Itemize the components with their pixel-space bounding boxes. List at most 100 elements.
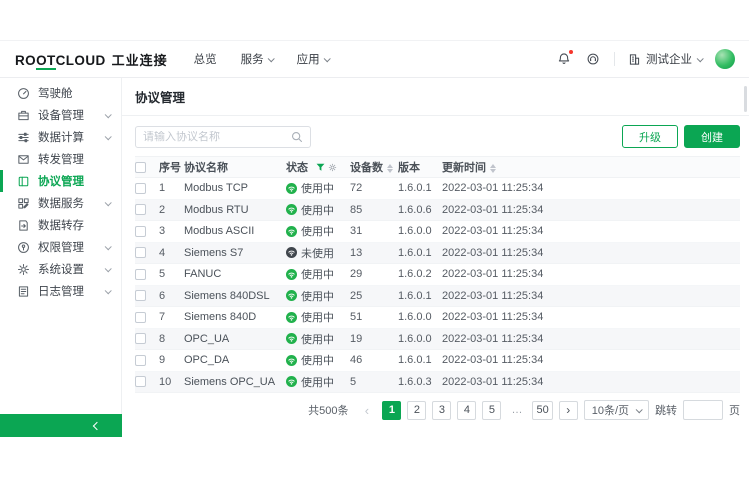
sidebar-item-label: 数据服务 (38, 195, 84, 211)
brand-logo[interactable]: ROOTCLOUD 工业连接 (15, 50, 168, 69)
status-in-use-icon (286, 226, 297, 237)
create-button[interactable]: 创建 (684, 125, 740, 148)
nav-label: 应用 (297, 51, 320, 67)
cell-updated: 2022-03-01 11:25:34 (442, 182, 740, 194)
sidebar-item[interactable]: 协议管理 (0, 170, 121, 192)
cell-protocol-name: Modbus TCP (184, 182, 286, 194)
table-row[interactable]: 5FANUC 使用中291.6.0.22022-03-01 11:25:34 (135, 264, 740, 286)
sidebar-item[interactable]: 数据转存 (0, 214, 121, 236)
row-checkbox[interactable] (135, 204, 146, 215)
sort-toggle-icon[interactable] (387, 164, 393, 173)
table-row[interactable]: 10Siemens OPC_UA 使用中51.6.0.32022-03-01 1… (135, 372, 740, 394)
app-body: 驾驶舱设备管理数据计算转发管理协议管理数据服务数据转存权限管理系统设置日志管理 … (0, 78, 749, 437)
pagination-prev-button[interactable]: ‹ (357, 401, 376, 420)
page-size-select[interactable]: 10条/页 (584, 400, 649, 420)
sidebar-item[interactable]: 转发管理 (0, 148, 121, 170)
sidebar-item[interactable]: 数据计算 (0, 126, 121, 148)
scrollbar-thumb[interactable] (744, 86, 747, 112)
sidebar-item[interactable]: 权限管理 (0, 236, 121, 258)
search-input[interactable] (143, 131, 291, 143)
pagination-page-button[interactable]: 5 (482, 401, 501, 420)
status-text: 未使用 (301, 245, 334, 261)
status-text: 使用中 (301, 180, 334, 196)
pagination-page-button[interactable]: 1 (382, 401, 401, 420)
sidebar-item[interactable]: 日志管理 (0, 280, 121, 302)
table-header-row: 序号 协议名称 状态 设备数 (135, 156, 740, 178)
toolbar-actions: 升级 创建 (622, 125, 740, 148)
enterprise-switcher[interactable]: 测试企业 (628, 51, 702, 67)
divider (122, 115, 749, 116)
status-in-use-icon (286, 333, 297, 344)
jump-page-input[interactable] (683, 400, 723, 420)
cell-status: 未使用 (286, 245, 350, 261)
table-row[interactable]: 4Siemens S7 未使用131.6.0.12022-03-01 11:25… (135, 243, 740, 265)
cell-devices: 5 (350, 376, 398, 388)
table-row[interactable]: 9OPC_DA 使用中461.6.0.12022-03-01 11:25:34 (135, 350, 740, 372)
chevron-down-icon (105, 263, 110, 275)
row-checkbox[interactable] (135, 269, 146, 280)
sidebar-collapse-button[interactable] (0, 414, 122, 437)
page-title: 协议管理 (135, 87, 740, 106)
status-text: 使用中 (301, 266, 334, 282)
table-row[interactable]: 6Siemens 840DSL 使用中251.6.0.12022-03-01 1… (135, 286, 740, 308)
sidebar-item[interactable]: 数据服务 (0, 192, 121, 214)
sidebar-item[interactable]: 驾驶舱 (0, 82, 121, 104)
cell-devices: 29 (350, 268, 398, 280)
row-checkbox[interactable] (135, 333, 146, 344)
chevron-down-icon (105, 109, 110, 121)
top-bar-right: 测试企业 (556, 49, 735, 69)
table-row[interactable]: 2Modbus RTU 使用中851.6.0.62022-03-01 11:25… (135, 200, 740, 222)
page-unit-label: 页 (729, 402, 740, 418)
pagination-page-button[interactable]: 4 (457, 401, 476, 420)
pagination-page-button[interactable]: 50 (532, 401, 552, 420)
top-nav-item-2[interactable]: 服务 (229, 41, 285, 77)
column-settings-gear-icon[interactable] (328, 163, 337, 172)
notification-bell-icon[interactable] (556, 51, 572, 67)
table-row[interactable]: 8OPC_UA 使用中191.6.0.02022-03-01 11:25:34 (135, 329, 740, 351)
cell-index: 6 (159, 290, 184, 302)
top-nav-item-1[interactable]: 总览 (182, 41, 229, 77)
unread-badge (569, 50, 573, 54)
top-nav: 总览服务 应用 (182, 41, 341, 77)
status-in-use-icon (286, 376, 297, 387)
cell-index: 1 (159, 182, 184, 194)
cell-status: 使用中 (286, 180, 350, 196)
table-row[interactable]: 1Modbus TCP 使用中721.6.0.12022-03-01 11:25… (135, 178, 740, 200)
row-checkbox[interactable] (135, 312, 146, 323)
table-row[interactable]: 7Siemens 840D 使用中511.6.0.02022-03-01 11:… (135, 307, 740, 329)
nav-label: 服务 (241, 51, 264, 67)
permission-icon (17, 241, 30, 254)
row-checkbox[interactable] (135, 355, 146, 366)
row-checkbox[interactable] (135, 376, 146, 387)
row-checkbox[interactable] (135, 290, 146, 301)
cell-index: 10 (159, 376, 184, 388)
pagination: 共500条 ‹ 12345…50 › 10条/页 跳转 页 (135, 400, 740, 420)
row-checkbox[interactable] (135, 226, 146, 237)
user-avatar[interactable] (715, 49, 735, 69)
cell-version: 1.6.0.0 (398, 225, 442, 237)
status-not-in-use-icon (286, 247, 297, 258)
cell-updated: 2022-03-01 11:25:34 (442, 268, 740, 280)
sidebar-item-label: 日志管理 (38, 283, 84, 299)
pagination-next-button[interactable]: › (559, 401, 578, 420)
sort-toggle-icon[interactable] (490, 164, 496, 173)
top-nav-item-3[interactable]: 应用 (285, 41, 341, 77)
protocol-icon (17, 175, 30, 188)
cell-protocol-name: OPC_UA (184, 333, 286, 345)
table-row[interactable]: 3Modbus ASCII 使用中311.6.0.02022-03-01 11:… (135, 221, 740, 243)
row-checkbox[interactable] (135, 247, 146, 258)
sidebar-item-label: 数据转存 (38, 217, 84, 233)
upgrade-button[interactable]: 升级 (622, 125, 678, 148)
sidebar-item[interactable]: 设备管理 (0, 104, 121, 126)
select-all-checkbox[interactable] (135, 162, 146, 173)
sidebar-item[interactable]: 系统设置 (0, 258, 121, 280)
filter-funnel-icon[interactable] (316, 163, 325, 172)
pagination-page-button[interactable]: 3 (432, 401, 451, 420)
cell-devices: 51 (350, 311, 398, 323)
row-checkbox[interactable] (135, 183, 146, 194)
search-icon[interactable] (291, 131, 303, 143)
support-icon[interactable] (585, 51, 601, 67)
status-text: 使用中 (301, 288, 334, 304)
cell-protocol-name: Modbus ASCII (184, 225, 286, 237)
pagination-page-button[interactable]: 2 (407, 401, 426, 420)
